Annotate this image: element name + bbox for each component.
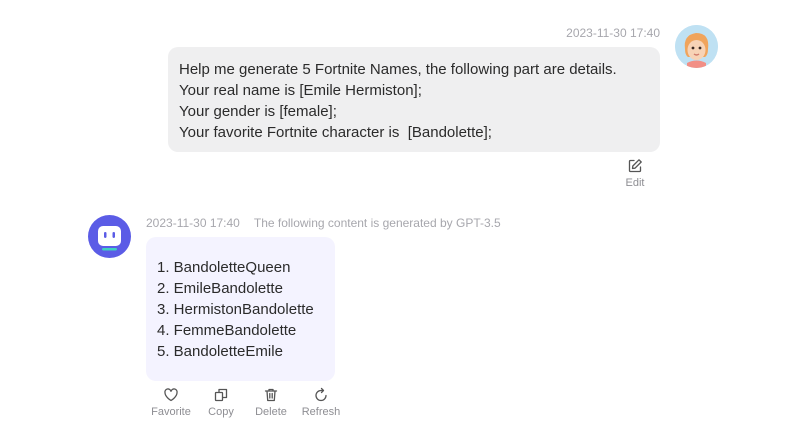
user-message-line: Your gender is [female]; [179, 103, 337, 120]
user-avatar [675, 25, 718, 68]
bot-message-line: 2. EmileBandolette [157, 280, 283, 297]
bot-message-line: 4. FemmeBandolette [157, 322, 297, 339]
delete-label: Delete [255, 406, 287, 418]
bot-message-meta: 2023-11-30 17:40 The following content i… [146, 216, 501, 230]
edit-label: Edit [625, 177, 645, 189]
favorite-button[interactable]: Favorite [146, 387, 196, 418]
trash-icon [263, 387, 279, 403]
bot-message-line: 3. HermistonBandolette [157, 301, 314, 318]
edit-icon [627, 158, 643, 174]
user-message-bubble: Help me generate 5 Fortnite Names, the f… [168, 47, 660, 152]
delete-button[interactable]: Delete [246, 387, 296, 418]
refresh-icon [313, 387, 329, 403]
generated-by-note: The following content is generated by GP… [253, 216, 501, 230]
copy-icon [213, 387, 229, 403]
refresh-label: Refresh [301, 406, 341, 418]
copy-button[interactable]: Copy [196, 387, 246, 418]
bot-message-line: 1. BandoletteQueen [157, 259, 291, 276]
user-message-timestamp: 2023-11-30 17:40 [566, 26, 660, 40]
bot-message-bubble: 1. BandoletteQueen 2. EmileBandolette 3.… [146, 237, 335, 381]
bot-avatar [88, 215, 131, 258]
edit-button[interactable]: Edit [620, 158, 650, 189]
user-message-line: Your real name is [Emile Hermiston]; [179, 82, 422, 99]
bot-message-timestamp: 2023-11-30 17:40 [146, 216, 240, 230]
bot-message-actions: Favorite Copy Delete Refresh [146, 387, 346, 418]
user-message-line: Your favorite Fortnite character is [Ban… [179, 124, 492, 141]
refresh-button[interactable]: Refresh [296, 387, 346, 418]
favorite-label: Favorite [151, 406, 191, 418]
heart-icon [163, 387, 179, 403]
user-message-line: Help me generate 5 Fortnite Names, the f… [179, 61, 617, 78]
copy-label: Copy [208, 406, 234, 418]
bot-message-line: 5. BandoletteEmile [157, 343, 283, 360]
